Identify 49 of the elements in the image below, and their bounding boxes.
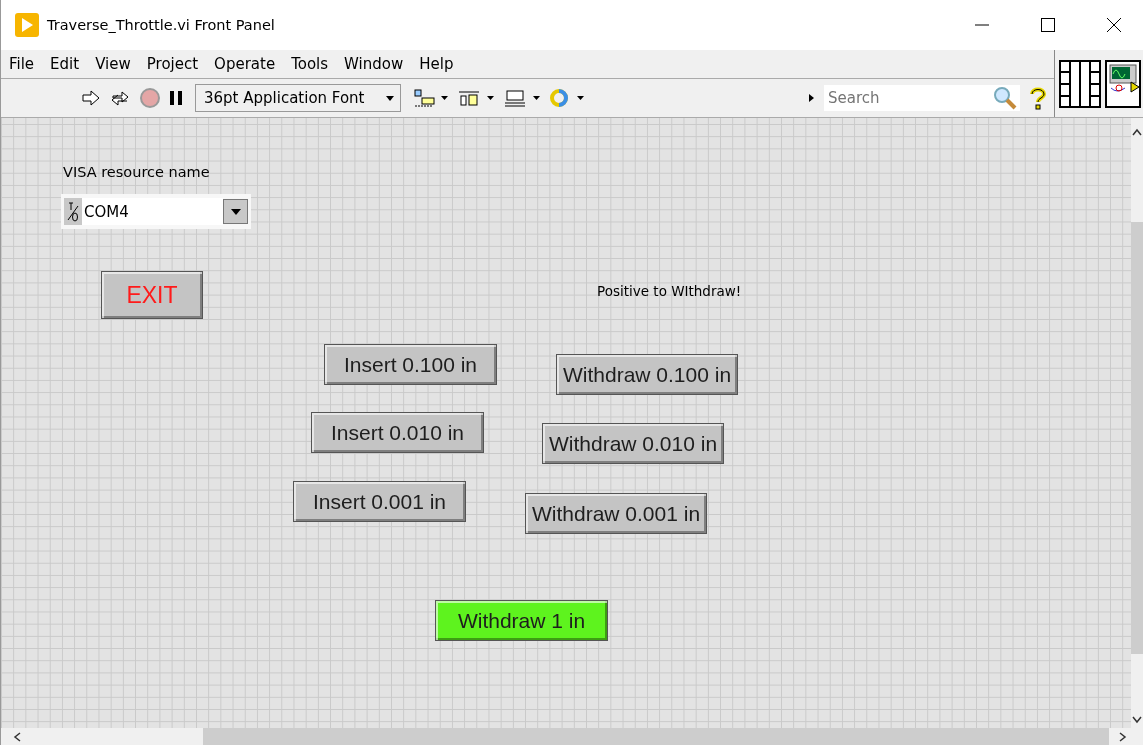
search-field[interactable]: Search	[824, 85, 990, 111]
align-objects-icon[interactable]	[413, 88, 449, 108]
move-button[interactable]: Withdraw 0.100 in	[556, 354, 739, 395]
move-button[interactable]: Withdraw 0.001 in	[525, 493, 708, 534]
horizontal-scrollbar[interactable]	[1, 728, 1143, 745]
menu-item[interactable]: Window	[336, 55, 412, 73]
dropdown-button[interactable]	[223, 199, 248, 224]
note-label: Positive to WIthdraw!	[597, 283, 742, 299]
scrollbar-thumb[interactable]	[1131, 222, 1143, 654]
scroll-left-icon[interactable]	[13, 731, 21, 742]
visa-resource-field[interactable]: COM4	[61, 194, 251, 229]
scroll-right-icon[interactable]	[1119, 731, 1127, 742]
run-arrow-icon[interactable]	[81, 89, 101, 107]
menu-item[interactable]: Tools	[283, 55, 337, 73]
minimize-icon	[974, 24, 990, 26]
scrollbar-thumb[interactable]	[203, 728, 1109, 745]
caret-icon	[386, 95, 394, 101]
move-button[interactable]: Withdraw 0.010 in	[542, 423, 725, 464]
distribute-objects-icon[interactable]	[457, 88, 495, 108]
move-button[interactable]: Insert 0.100 in	[324, 344, 497, 385]
search-icon[interactable]	[990, 85, 1020, 111]
move-button[interactable]: Insert 0.010 in	[311, 412, 484, 453]
reorder-icon[interactable]	[549, 88, 587, 108]
io-icon	[64, 198, 82, 225]
resize-objects-icon[interactable]	[503, 88, 541, 108]
app-icon	[15, 13, 39, 37]
font-dropdown[interactable]: 36pt Application Font	[195, 84, 401, 112]
menu-item[interactable]: Project	[138, 55, 207, 73]
expand-arrow-icon[interactable]	[806, 93, 816, 103]
connector-pane-icon[interactable]	[1059, 59, 1101, 108]
menu-item[interactable]: View	[87, 55, 139, 73]
vi-icon[interactable]	[1105, 59, 1141, 108]
scroll-down-icon[interactable]	[1132, 716, 1142, 724]
menu-item[interactable]: Operate	[206, 55, 284, 73]
move-button[interactable]: Insert 0.001 in	[293, 481, 466, 522]
pause-icon[interactable]	[169, 90, 183, 106]
vertical-scrollbar[interactable]	[1131, 118, 1143, 728]
menu-item[interactable]: Edit	[42, 55, 88, 73]
move-button[interactable]: Withdraw 1 in	[435, 600, 608, 641]
window-title: Traverse_Throttle.vi Front Panel	[47, 17, 275, 33]
help-icon[interactable]	[1028, 86, 1048, 110]
caret-icon	[230, 208, 241, 215]
scroll-up-icon[interactable]	[1132, 128, 1142, 136]
control-label: VISA resource name	[63, 164, 210, 180]
menu-item[interactable]: Help	[411, 55, 462, 73]
close-icon	[1106, 17, 1122, 33]
menu-item[interactable]: File	[1, 55, 43, 73]
maximize-icon	[1040, 17, 1056, 33]
run-continuously-icon[interactable]	[109, 88, 131, 108]
